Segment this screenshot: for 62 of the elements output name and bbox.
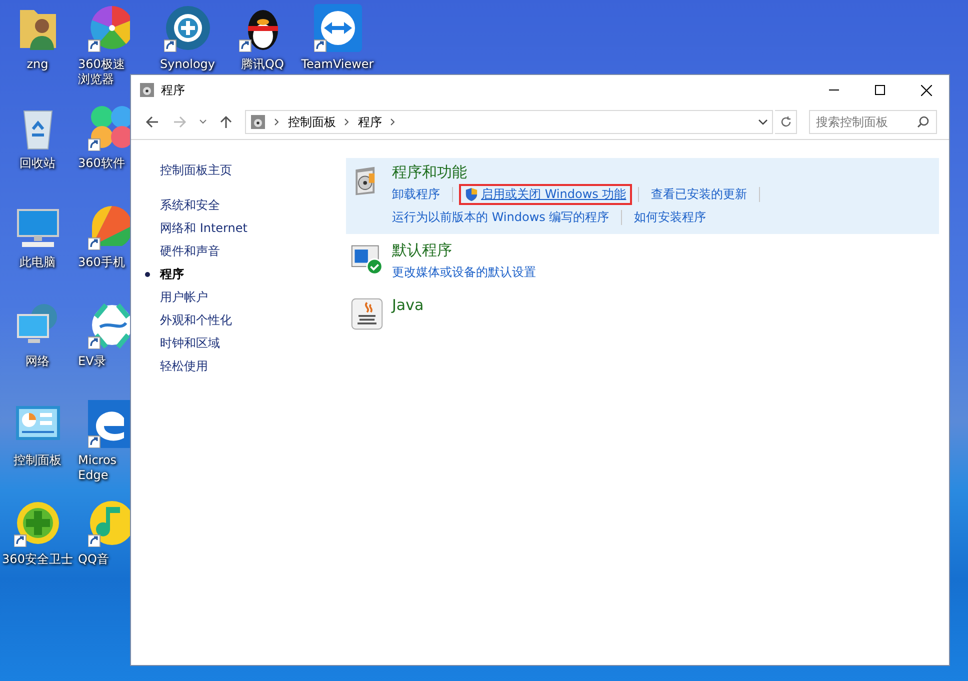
task-link[interactable]: 卸载程序 (392, 187, 440, 202)
task-link[interactable]: 查看已安装的更新 (651, 187, 748, 202)
desktop-icon-label: 网络 (26, 354, 50, 369)
pinwheel-icon[interactable] (88, 4, 130, 52)
desktop-icon-label: Micros Edge (78, 453, 118, 483)
desktop-icon-label: 360软件 (78, 156, 125, 171)
programs-icon (250, 114, 266, 130)
chevron-right-icon (390, 118, 396, 126)
close-icon (920, 84, 932, 96)
maximize-icon (875, 85, 885, 95)
ev-icon[interactable] (88, 301, 130, 349)
chevron-right-icon (274, 118, 280, 126)
window-title: 程序 (161, 82, 185, 98)
desktop-icon-label: QQ音 (78, 552, 109, 567)
desktop-icon-label: Synology (160, 57, 216, 72)
breadcrumb-item[interactable]: 控制面板 (288, 114, 336, 130)
task-link[interactable]: 启用或关闭 Windows 功能 (481, 187, 626, 202)
search-field[interactable]: 搜索控制面板 (809, 110, 937, 134)
task-link[interactable]: 运行为以前版本的 Windows 编写的程序 (392, 210, 610, 225)
desktop-icon-label: 回收站 (20, 156, 56, 171)
desktop-icon-label: EV录 (78, 354, 106, 369)
task-link[interactable]: 更改媒体或设备的默认设置 (392, 265, 536, 280)
desktop-icon-label: zng (26, 57, 48, 72)
sidebar-item[interactable]: 用户帐户 (160, 289, 208, 306)
refresh-icon (780, 116, 792, 128)
back-arrow-icon (145, 115, 159, 129)
sidebar-item[interactable]: 轻松使用 (160, 358, 208, 375)
sidebar-item[interactable]: 网络和 Internet (160, 220, 248, 237)
chevron-right-icon (344, 118, 350, 126)
edge-icon[interactable] (88, 400, 130, 448)
sidebar-item[interactable]: 时钟和区域 (160, 335, 220, 352)
desktop-icon-label: 360安全卫士 (2, 552, 73, 567)
security-icon[interactable] (14, 499, 62, 547)
category-title[interactable]: 程序和功能 (392, 162, 467, 182)
desktop-icon-label: 控制面板 (14, 453, 62, 468)
programs-icon (139, 82, 155, 98)
synology-icon[interactable] (164, 4, 212, 52)
chevron-down-icon (199, 118, 207, 126)
sidebar-item[interactable]: 外观和个性化 (160, 312, 232, 329)
sidebar-item[interactable]: 程序 (160, 266, 184, 283)
sidebar-item[interactable]: 系统和安全 (160, 197, 220, 214)
breadcrumb-item[interactable]: 程序 (358, 114, 382, 130)
petals-icon[interactable] (88, 103, 130, 151)
forward-arrow-icon (173, 115, 187, 129)
teamviewer-icon[interactable] (314, 4, 362, 52)
search-icon (917, 116, 929, 128)
desktop-icon-label: 360手机 (78, 255, 125, 270)
desktop-icon-label: TeamViewer (301, 57, 374, 72)
up-arrow-icon (219, 115, 233, 129)
sidebar-item[interactable]: 硬件和声音 (160, 243, 220, 260)
task-link[interactable]: 如何安装程序 (634, 210, 706, 225)
refresh-button[interactable] (775, 110, 797, 134)
category-title[interactable]: 默认程序 (392, 240, 452, 260)
desktop-icon-label: 360极速浏览器 (78, 57, 126, 87)
sidebar-home-link[interactable]: 控制面板主页 (160, 162, 232, 179)
desktop-icon-label: 此电脑 (20, 255, 56, 270)
desktop-icon-label: 腾讯QQ (241, 57, 284, 72)
address-bar[interactable]: 控制面板 程序 (245, 110, 773, 134)
selected-bullet-icon (145, 272, 150, 277)
chevron-down-icon[interactable] (758, 118, 768, 126)
coffee-cup-icon (350, 297, 384, 331)
category-title[interactable]: Java (392, 295, 424, 315)
